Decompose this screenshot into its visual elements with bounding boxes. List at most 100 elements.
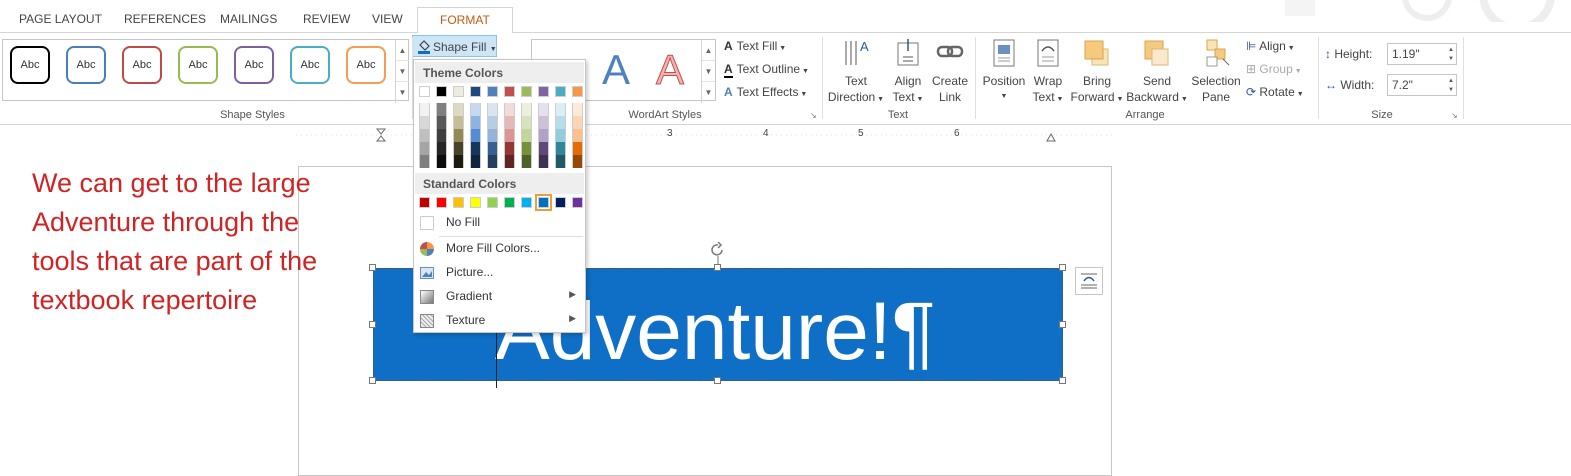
gallery-down-icon[interactable]: ▼ <box>396 61 409 82</box>
shape-style-swatch[interactable]: Abc <box>122 46 162 84</box>
gallery-up-icon[interactable]: ▲ <box>396 40 409 61</box>
resize-handle[interactable] <box>1059 264 1066 271</box>
resize-handle[interactable] <box>369 377 376 384</box>
tab-references[interactable]: REFERENCES <box>124 12 206 26</box>
group-button[interactable]: ⊞ Group ▼ <box>1246 62 1302 76</box>
theme-color-shade-swatch[interactable] <box>470 142 481 155</box>
theme-color-shade-swatch[interactable] <box>470 116 481 129</box>
standard-color-swatch[interactable] <box>504 197 515 208</box>
send-backward-button[interactable]: Send Backward ▼ <box>1126 37 1188 108</box>
wrap-text-button[interactable]: Wrap Text ▼ <box>1030 37 1066 108</box>
theme-color-shade-swatch[interactable] <box>453 129 464 142</box>
shape-style-swatch[interactable]: Abc <box>234 46 274 84</box>
theme-color-shade-swatch[interactable] <box>419 103 430 116</box>
indent-marker-icon[interactable] <box>376 128 386 142</box>
shape-style-swatch[interactable]: Abc <box>346 46 386 84</box>
theme-color-shade-swatch[interactable] <box>436 116 447 129</box>
theme-color-shade-swatch[interactable] <box>453 142 464 155</box>
shape-style-swatch[interactable]: Abc <box>290 46 330 84</box>
align-text-button[interactable]: Align Text ▼ <box>889 37 927 108</box>
shape-fill-button[interactable]: Shape Fill ▼ <box>412 35 497 57</box>
rotate-button[interactable]: ⟳ Rotate ▼ <box>1246 85 1304 99</box>
resize-handle[interactable] <box>1059 377 1066 384</box>
tab-view[interactable]: VIEW <box>372 12 403 26</box>
theme-color-shade-swatch[interactable] <box>487 155 498 168</box>
standard-color-swatch[interactable] <box>572 197 583 208</box>
gallery-more-icon[interactable]: ▼ <box>396 82 409 103</box>
theme-color-shade-swatch[interactable] <box>436 142 447 155</box>
theme-color-shade-swatch[interactable] <box>555 129 566 142</box>
selection-pane-button[interactable]: Selection Pane <box>1189 37 1243 105</box>
no-fill-item[interactable]: No Fill <box>415 212 584 234</box>
theme-color-shade-swatch[interactable] <box>470 129 481 142</box>
theme-color-shade-swatch[interactable] <box>419 129 430 142</box>
layout-options-button[interactable] <box>1075 267 1103 295</box>
tab-review[interactable]: REVIEW <box>303 12 350 26</box>
width-input[interactable]: 7.2" ▲ ▼ <box>1387 74 1457 96</box>
resize-handle[interactable] <box>1059 321 1066 328</box>
text-fill-button[interactable]: A Text Fill ▼ <box>724 39 786 53</box>
standard-color-swatch[interactable] <box>419 197 430 208</box>
theme-color-shade-swatch[interactable] <box>504 103 515 116</box>
theme-color-shade-swatch[interactable] <box>521 116 532 129</box>
standard-color-swatch[interactable] <box>470 197 481 208</box>
dialog-launcher-icon[interactable]: ↘ <box>1451 111 1458 120</box>
theme-color-shade-swatch[interactable] <box>504 142 515 155</box>
standard-color-swatch[interactable] <box>521 197 532 208</box>
theme-color-swatch[interactable] <box>555 86 566 97</box>
more-fill-colors-item[interactable]: More Fill Colors... <box>415 238 584 260</box>
right-indent-marker-icon[interactable] <box>1046 132 1056 142</box>
theme-color-swatch[interactable] <box>572 86 583 97</box>
theme-color-swatch[interactable] <box>521 86 532 97</box>
theme-color-shade-swatch[interactable] <box>572 155 583 168</box>
wordart-style-blue[interactable]: A <box>602 46 630 94</box>
gradient-fill-item[interactable]: Gradient ▶ <box>415 286 584 308</box>
shape-style-swatch[interactable]: Abc <box>178 46 218 84</box>
theme-color-shade-swatch[interactable] <box>555 142 566 155</box>
tab-page-layout[interactable]: PAGE LAYOUT <box>19 12 102 26</box>
tab-format[interactable]: FORMAT <box>417 7 513 34</box>
tab-mailings[interactable]: MAILINGS <box>220 12 277 26</box>
theme-color-shade-swatch[interactable] <box>487 142 498 155</box>
spin-down-icon[interactable]: ▼ <box>1448 55 1454 64</box>
theme-color-shade-swatch[interactable] <box>572 142 583 155</box>
theme-color-shade-swatch[interactable] <box>419 155 430 168</box>
theme-color-shade-swatch[interactable] <box>521 129 532 142</box>
resize-handle[interactable] <box>369 264 376 271</box>
gallery-more-icon[interactable]: ▼ <box>702 82 715 103</box>
theme-color-shade-swatch[interactable] <box>504 155 515 168</box>
standard-color-swatch[interactable] <box>535 194 552 211</box>
theme-color-shade-swatch[interactable] <box>521 103 532 116</box>
theme-color-swatch[interactable] <box>436 86 447 97</box>
theme-color-shade-swatch[interactable] <box>538 129 549 142</box>
theme-color-shade-swatch[interactable] <box>555 103 566 116</box>
theme-color-swatch[interactable] <box>470 86 481 97</box>
theme-color-shade-swatch[interactable] <box>538 103 549 116</box>
theme-color-shade-swatch[interactable] <box>572 129 583 142</box>
theme-color-shade-swatch[interactable] <box>572 103 583 116</box>
standard-color-swatch[interactable] <box>436 197 447 208</box>
dialog-launcher-icon[interactable]: ↘ <box>810 111 817 120</box>
standard-color-swatch[interactable] <box>555 197 566 208</box>
theme-color-swatch[interactable] <box>504 86 515 97</box>
gallery-up-icon[interactable]: ▲ <box>702 40 715 61</box>
shape-style-swatch[interactable]: Abc <box>66 46 106 84</box>
theme-color-swatch[interactable] <box>487 86 498 97</box>
text-direction-button[interactable]: A Text Direction ▼ <box>826 37 886 108</box>
text-effects-button[interactable]: A Text Effects ▼ <box>724 85 807 99</box>
picture-fill-item[interactable]: Picture... <box>415 262 584 284</box>
theme-color-shade-swatch[interactable] <box>453 155 464 168</box>
theme-color-shade-swatch[interactable] <box>504 129 515 142</box>
theme-color-shade-swatch[interactable] <box>487 103 498 116</box>
align-button[interactable]: ⊫ Align ▼ <box>1246 39 1295 53</box>
spin-up-icon[interactable]: ▲ <box>1448 77 1454 86</box>
theme-color-shade-swatch[interactable] <box>453 103 464 116</box>
theme-color-shade-swatch[interactable] <box>572 116 583 129</box>
theme-color-shade-swatch[interactable] <box>487 129 498 142</box>
shape-style-swatch[interactable]: Abc <box>10 46 50 84</box>
theme-color-shade-swatch[interactable] <box>538 155 549 168</box>
spin-up-icon[interactable]: ▲ <box>1448 46 1454 55</box>
theme-color-shade-swatch[interactable] <box>538 142 549 155</box>
standard-color-swatch[interactable] <box>487 197 498 208</box>
theme-color-shade-swatch[interactable] <box>555 116 566 129</box>
